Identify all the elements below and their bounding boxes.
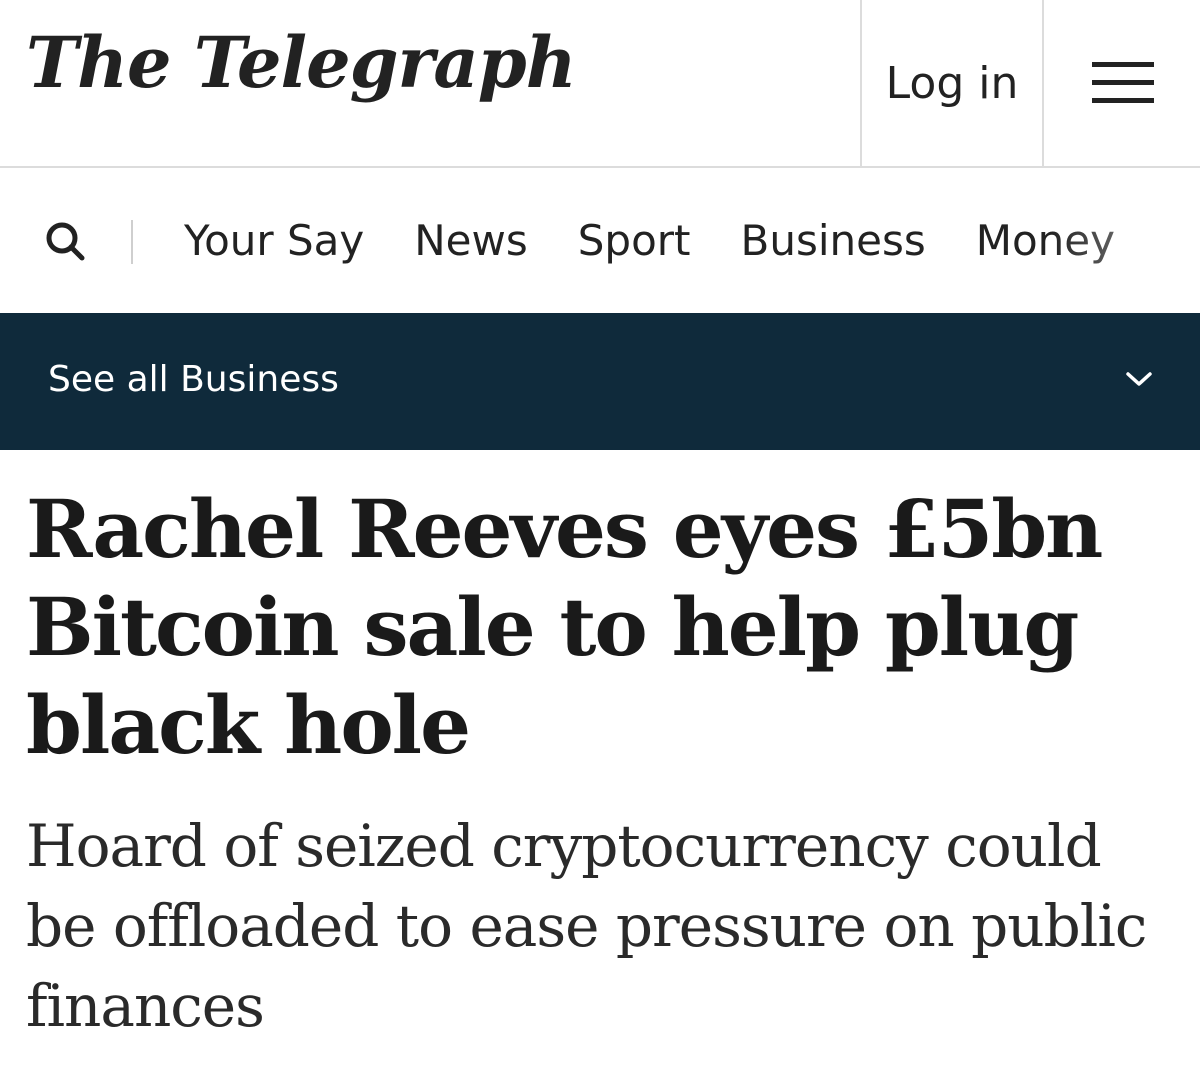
- nav-item-your-say[interactable]: Your Say: [184, 216, 364, 265]
- section-nav: Your Say News Sport Business Money: [0, 168, 1200, 313]
- search-icon: [46, 222, 85, 261]
- nav-item-business[interactable]: Business: [741, 216, 926, 265]
- see-all-business-bar[interactable]: See all Business: [0, 313, 1200, 450]
- telegraph-logo[interactable]: The Telegraph: [26, 28, 577, 98]
- article-subheadline: Hoard of seized cryptocurrency could be …: [26, 812, 1147, 1040]
- nav-divider: [131, 220, 133, 264]
- nav-item-sport[interactable]: Sport: [578, 216, 691, 265]
- site-header: The Telegraph Log in: [0, 0, 1200, 168]
- nav-item-money[interactable]: Money: [976, 216, 1115, 265]
- hamburger-menu-icon: [1092, 62, 1154, 104]
- search-button[interactable]: [40, 216, 90, 266]
- chevron-down-icon: [1126, 372, 1152, 386]
- menu-button[interactable]: [1046, 0, 1200, 166]
- nav-items: Your Say News Sport Business Money: [184, 168, 1165, 313]
- article-headline: Rachel Reeves eyes £5bn Bitcoin sale to …: [26, 482, 1103, 772]
- see-all-business-label: See all Business: [48, 359, 339, 400]
- login-button[interactable]: Log in: [860, 0, 1044, 166]
- nav-item-news[interactable]: News: [414, 216, 528, 265]
